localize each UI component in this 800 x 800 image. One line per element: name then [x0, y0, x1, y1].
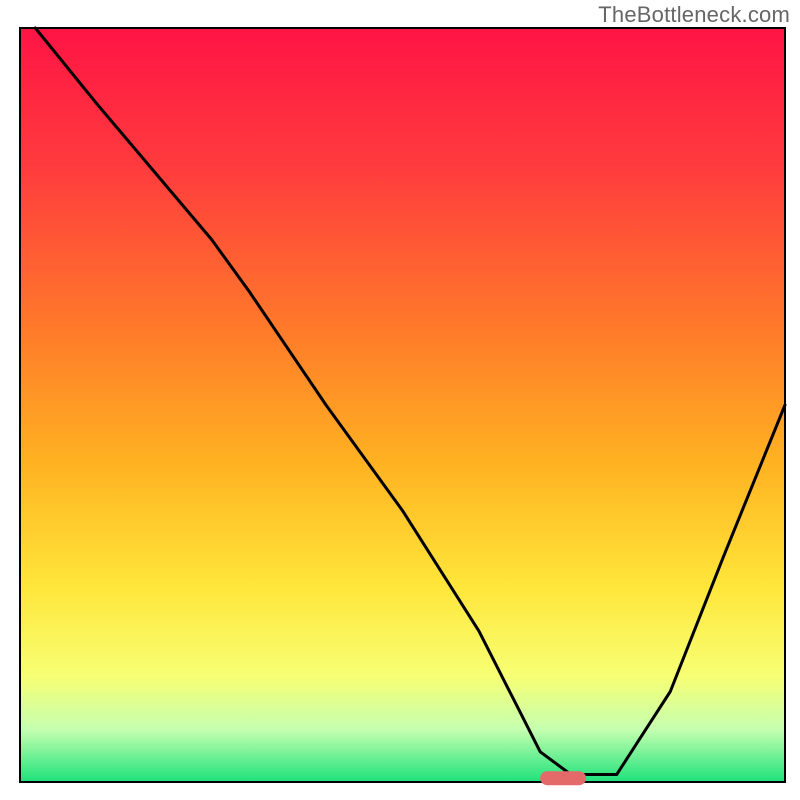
- bottleneck-chart: [0, 0, 800, 800]
- watermark-text: TheBottleneck.com: [598, 2, 790, 28]
- optimal-range-marker: [540, 771, 586, 785]
- gradient-background: [20, 28, 785, 782]
- chart-container: { "watermark": "TheBottleneck.com", "cha…: [0, 0, 800, 800]
